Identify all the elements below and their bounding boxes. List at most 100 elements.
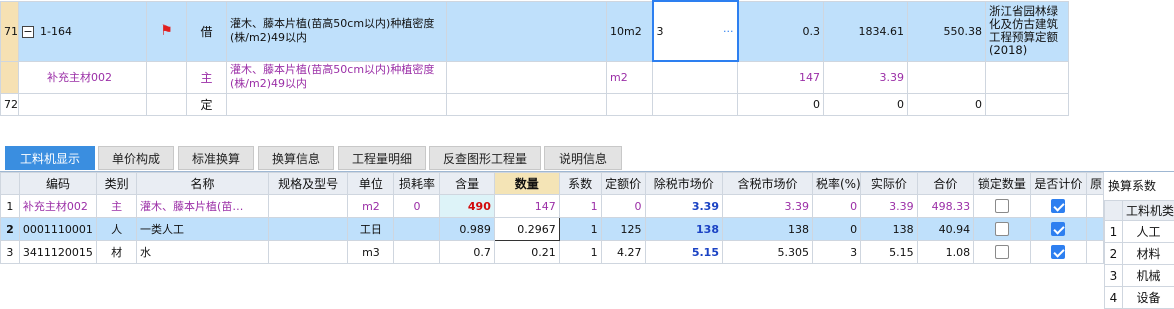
resource-row-1[interactable]: 1 补充主材002 主 灌木、藤本片植(苗… m2 0 490 147 1 0 … xyxy=(1,195,1104,218)
header-content[interactable]: 含量 xyxy=(440,173,494,195)
header-quota-price[interactable]: 定额价 xyxy=(601,173,645,195)
quantity-editor[interactable]: 0.2967 xyxy=(494,218,559,241)
unit-cell: m2 xyxy=(607,61,653,93)
tab-reverse-lookup[interactable]: 反查图形工程量 xyxy=(429,146,541,170)
panel-rownum-header xyxy=(1105,201,1123,221)
panel-row[interactable]: 1人工 xyxy=(1105,221,1174,243)
header-spec[interactable]: 规格及型号 xyxy=(268,173,348,195)
panel-value: 设备 xyxy=(1123,287,1174,309)
value-b: 0 xyxy=(824,93,908,115)
header-loss-rate[interactable]: 损耗率 xyxy=(394,173,440,195)
splitter[interactable] xyxy=(0,125,1174,146)
spec-cell xyxy=(268,218,348,241)
content-cell: 0.7 xyxy=(440,241,494,264)
header-category[interactable]: 类别 xyxy=(97,173,137,195)
loss-cell xyxy=(394,241,440,264)
ellipsis-button[interactable]: ··· xyxy=(723,25,734,38)
header-lock-quantity[interactable]: 锁定数量 xyxy=(974,173,1031,195)
name-cell: 灌木、藤本片植(苗… xyxy=(137,195,269,218)
unit-cell: m2 xyxy=(348,195,394,218)
flag-cell xyxy=(147,61,187,93)
code-cell xyxy=(19,93,147,115)
header-unit[interactable]: 单位 xyxy=(348,173,394,195)
quota-price-cell: 125 xyxy=(601,218,645,241)
row-number: 71 xyxy=(1,1,19,61)
resource-row-2[interactable]: 2 0001110001 人 一类人工 工日 0.989 0.2967 1 12… xyxy=(1,218,1104,241)
lock-quantity-checkbox[interactable] xyxy=(995,245,1009,259)
lock-quantity-cell xyxy=(974,218,1031,241)
header-ex-tax-price[interactable]: 除税市场价 xyxy=(645,173,722,195)
resource-grid: 编码 类别 名称 规格及型号 单位 损耗率 含量 数量 系数 定额价 除税市场价… xyxy=(0,172,1104,301)
quota-row-71[interactable]: 71 −1-164 ⚑ 借 灌木、藤本片植(苗高50cm以内)种植密度(株/m2… xyxy=(1,1,1069,61)
tab-unit-price[interactable]: 单价构成 xyxy=(98,146,174,170)
lock-quantity-cell xyxy=(974,241,1031,264)
flag-cell: ⚑ xyxy=(147,1,187,61)
quantity-cell xyxy=(653,61,738,93)
panel-value: 机械 xyxy=(1123,265,1174,287)
lock-quantity-cell xyxy=(974,195,1031,218)
resource-row-3[interactable]: 3 3411120015 材 水 m3 0.7 0.21 1 4.27 5.15… xyxy=(1,241,1104,264)
name-cell: 灌木、藤本片植(苗高50cm以内)种植密度(株/m2)49以内 xyxy=(227,61,447,93)
header-actual-price[interactable]: 实际价 xyxy=(861,173,918,195)
note-cell xyxy=(986,93,1069,115)
header-tax-rate[interactable]: 税率(%) xyxy=(812,173,860,195)
category-cell: 主 xyxy=(97,195,137,218)
name-cell xyxy=(227,93,447,115)
tab-quantity-detail[interactable]: 工程量明细 xyxy=(338,146,426,170)
row-number: 3 xyxy=(1,241,20,264)
value-c xyxy=(908,61,986,93)
in-tax-price-cell: 138 xyxy=(722,218,812,241)
ex-tax-price-cell: 138 xyxy=(645,218,722,241)
value-a: 0.3 xyxy=(738,1,824,61)
collapse-icon[interactable]: − xyxy=(22,26,34,38)
grid-header: 编码 类别 名称 规格及型号 单位 损耗率 含量 数量 系数 定额价 除税市场价… xyxy=(1,173,1104,195)
code-cell: −1-164 xyxy=(19,1,147,61)
category-cell: 人 xyxy=(97,218,137,241)
is-priced-checkbox[interactable] xyxy=(1051,222,1065,236)
row-number: 72 xyxy=(1,93,19,115)
name-cell: 灌木、藤本片植(苗高50cm以内)种植密度(株/m2)49以内 xyxy=(227,1,447,61)
panel-row[interactable]: 4设备 xyxy=(1105,287,1174,309)
is-priced-checkbox[interactable] xyxy=(1051,199,1065,213)
header-code[interactable]: 编码 xyxy=(19,173,96,195)
type-cell: 借 xyxy=(187,1,227,61)
panel-row[interactable]: 2材料 xyxy=(1105,243,1174,265)
value-a: 147 xyxy=(738,61,824,93)
lock-quantity-checkbox[interactable] xyxy=(995,222,1009,236)
header-original[interactable]: 原 xyxy=(1087,173,1104,195)
tab-description[interactable]: 说明信息 xyxy=(544,146,622,170)
header-is-priced[interactable]: 是否计价 xyxy=(1030,173,1087,195)
panel-row[interactable]: 3机械 xyxy=(1105,265,1174,287)
is-priced-checkbox[interactable] xyxy=(1051,245,1065,259)
actual-price-cell: 138 xyxy=(861,218,918,241)
header-in-tax-price[interactable]: 含税市场价 xyxy=(722,173,812,195)
tax-rate-cell: 0 xyxy=(812,218,860,241)
content-cell: 490 xyxy=(440,195,494,218)
tab-conversion-info[interactable]: 换算信息 xyxy=(258,146,334,170)
header-quantity[interactable]: 数量 xyxy=(494,173,559,195)
in-tax-price-cell: 5.305 xyxy=(722,241,812,264)
panel-value: 材料 xyxy=(1123,243,1174,265)
material-row[interactable]: 补充主材002 主 灌木、藤本片植(苗高50cm以内)种植密度(株/m2)49以… xyxy=(1,61,1069,93)
conversion-coefficient-panel: 换算系数 工料机类 1人工 2材料 3机械 4设备 xyxy=(1104,172,1174,301)
header-name[interactable]: 名称 xyxy=(137,173,269,195)
row-number: 1 xyxy=(1,195,20,218)
ex-tax-price-cell: 3.39 xyxy=(645,195,722,218)
tab-standard-conversion[interactable]: 标准换算 xyxy=(178,146,254,170)
quantity-editor[interactable]: 3··· xyxy=(653,1,738,61)
quota-row-72[interactable]: 72 定 0 0 0 xyxy=(1,93,1069,115)
category-cell: 材 xyxy=(97,241,137,264)
header-coefficient[interactable]: 系数 xyxy=(559,173,601,195)
total-cell: 498.33 xyxy=(917,195,974,218)
tax-rate-cell: 0 xyxy=(812,195,860,218)
header-total[interactable]: 合价 xyxy=(917,173,974,195)
unit-cell: 10m2 xyxy=(607,1,653,61)
row-number: 2 xyxy=(1,218,20,241)
value-b: 3.39 xyxy=(824,61,908,93)
lock-quantity-checkbox[interactable] xyxy=(995,199,1009,213)
tab-labor-material[interactable]: 工料机显示 xyxy=(5,146,95,170)
panel-rownum: 1 xyxy=(1105,221,1123,243)
tab-bar: 工料机显示 单价构成 标准换算 换算信息 工程量明细 反查图形工程量 说明信息 xyxy=(0,146,1174,172)
tax-rate-cell: 3 xyxy=(812,241,860,264)
unit-cell xyxy=(607,93,653,115)
